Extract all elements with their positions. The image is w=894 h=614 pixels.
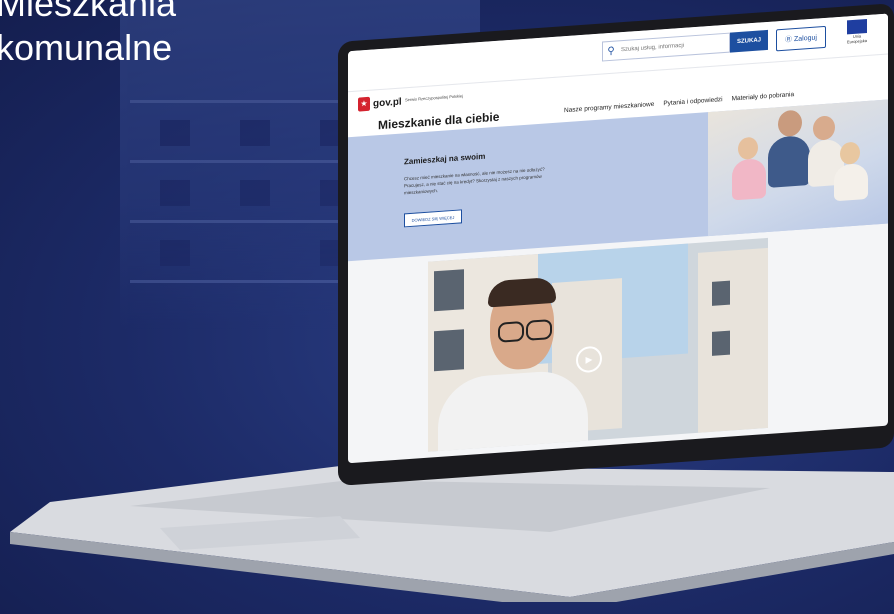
- laptop-screen: ⚲ SZUKAJ Ⓡ Zaloguj Unia Europejska ★ gov…: [338, 3, 894, 486]
- login-label: Zaloguj: [794, 34, 817, 43]
- gov-logo[interactable]: ★ gov.pl: [358, 95, 402, 112]
- search-input[interactable]: [619, 39, 723, 55]
- eu-label: Unia Europejska: [846, 33, 867, 45]
- site-tagline: Serwis Rzeczypospolitej Polskiej: [398, 93, 464, 103]
- family-photo: [708, 99, 888, 237]
- nav-item-programs[interactable]: Nasze programy mieszkaniowe: [564, 101, 654, 114]
- laptop-base: [10, 462, 894, 602]
- login-icon: Ⓡ: [785, 36, 793, 44]
- eu-flag-icon: [847, 19, 867, 35]
- learn-more-button[interactable]: DOWIEDZ SIĘ WIĘCEJ: [404, 209, 462, 228]
- headline-line1: Mieszkania: [0, 0, 177, 24]
- search-box: ⚲: [602, 32, 730, 62]
- hero-title: Zamieszkaj na swoim: [404, 151, 486, 167]
- nav-item-faq[interactable]: Pytania i odpowiedzi: [663, 96, 722, 107]
- search-button[interactable]: SZUKAJ: [730, 29, 768, 53]
- hero-text: Chcesz mieć mieszkanie na własność, ale …: [404, 166, 545, 196]
- website-page: ⚲ SZUKAJ Ⓡ Zaloguj Unia Europejska ★ gov…: [348, 13, 888, 464]
- nav-item-downloads[interactable]: Materiały do pobrania: [732, 91, 795, 102]
- eu-logo: Unia Europejska: [844, 19, 870, 47]
- video-player[interactable]: ▶: [428, 237, 768, 452]
- login-button[interactable]: Ⓡ Zaloguj: [776, 25, 826, 52]
- eagle-icon: ★: [358, 96, 370, 112]
- headline: Mieszkania komunalne: [0, 0, 176, 70]
- search-icon: ⚲: [607, 45, 615, 57]
- headline-line2: komunalne: [0, 27, 173, 68]
